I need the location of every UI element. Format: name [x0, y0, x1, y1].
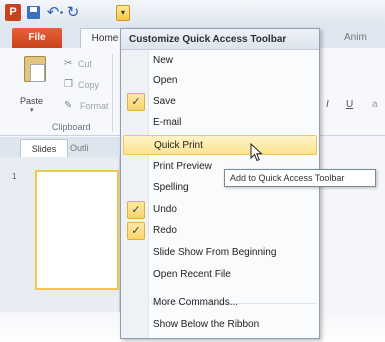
menu-item-show-below-ribbon[interactable]: Show Below the Ribbon — [123, 315, 317, 335]
cut-button[interactable]: Cut — [78, 59, 92, 69]
copy-icon[interactable]: ❐ — [64, 79, 73, 90]
clipboard-group-label: Clipboard — [52, 122, 91, 132]
qat-separator — [60, 11, 63, 14]
menu-item-label: Save — [153, 96, 176, 107]
tab-outline[interactable]: Outli — [70, 139, 89, 157]
paste-button-label[interactable]: Paste — [20, 96, 43, 106]
menu-item-label: More Commands... — [153, 297, 239, 308]
menu-item-slide-show-from-beginning[interactable]: Slide Show From Beginning — [123, 243, 317, 263]
tab-file[interactable]: File — [12, 28, 62, 48]
floppy-disk-icon — [27, 6, 40, 19]
powerpoint-window: P ↶ ↻ ▾ File Home Anim Paste ▾ ✂ Cut ❐ C… — [0, 0, 385, 342]
slide-thumbnail[interactable] — [35, 170, 119, 290]
menu-item-save[interactable]: ✓ Save — [123, 92, 317, 112]
tooltip: Add to Quick Access Toolbar — [224, 169, 376, 187]
copy-button[interactable]: Copy — [78, 80, 99, 90]
mouse-cursor-icon — [250, 143, 263, 162]
redo-icon[interactable]: ↻ — [64, 4, 82, 22]
menu-item-more-commands[interactable]: More Commands... — [123, 293, 317, 313]
menu-item-label: Show Below the Ribbon — [153, 319, 260, 330]
slides-pane-tabs: Slides Outli — [0, 137, 120, 157]
menu-item-redo[interactable]: ✓ Redo — [123, 221, 317, 241]
menu-item-label: Open Recent File — [153, 269, 231, 280]
format-painter-icon[interactable]: ✎ — [64, 100, 72, 111]
app-logo-icon[interactable]: P — [5, 4, 21, 21]
save-icon[interactable] — [25, 4, 43, 22]
chevron-down-icon[interactable]: ▾ — [30, 106, 34, 114]
underline-button[interactable]: U — [346, 99, 353, 110]
menu-item-label: Redo — [153, 225, 177, 236]
menu-item-open[interactable]: Open — [123, 71, 317, 91]
menu-title: Customize Quick Access Toolbar — [121, 29, 319, 50]
menu-item-label: E-mail — [153, 117, 182, 128]
menu-item-label: Open — [153, 75, 178, 86]
checkmark-icon: ✓ — [127, 93, 145, 111]
menu-item-email[interactable]: E-mail — [123, 113, 317, 133]
customize-qat-button[interactable]: ▾ — [116, 5, 130, 21]
format-painter-button[interactable]: Format — [80, 101, 109, 111]
tab-animations[interactable]: Anim — [344, 32, 367, 43]
paste-icon[interactable] — [24, 56, 46, 82]
strikethrough-button[interactable]: a — [372, 99, 378, 110]
checkmark-icon: ✓ — [127, 222, 145, 240]
menu-item-label: Undo — [153, 204, 177, 215]
group-divider — [112, 54, 113, 132]
checkmark-icon: ✓ — [127, 201, 145, 219]
menu-item-label: New — [153, 55, 174, 66]
menu-item-undo[interactable]: ✓ Undo — [123, 200, 317, 220]
slide-number: 1 — [12, 172, 17, 181]
menu-item-label: Quick Print — [154, 140, 203, 151]
menu-item-label: Print Preview — [153, 161, 212, 172]
tab-slides[interactable]: Slides — [20, 139, 68, 157]
title-bar: P ↶ ↻ ▾ — [0, 0, 385, 26]
italic-button[interactable]: I — [326, 99, 329, 110]
menu-item-label: Slide Show From Beginning — [153, 247, 277, 258]
menu-item-open-recent-file[interactable]: Open Recent File — [123, 265, 317, 285]
menu-item-label: Spelling — [153, 182, 189, 193]
scissors-icon[interactable]: ✂ — [64, 58, 72, 69]
menu-item-new[interactable]: New — [123, 51, 317, 71]
menu-item-quick-print[interactable]: Quick Print — [123, 135, 317, 155]
